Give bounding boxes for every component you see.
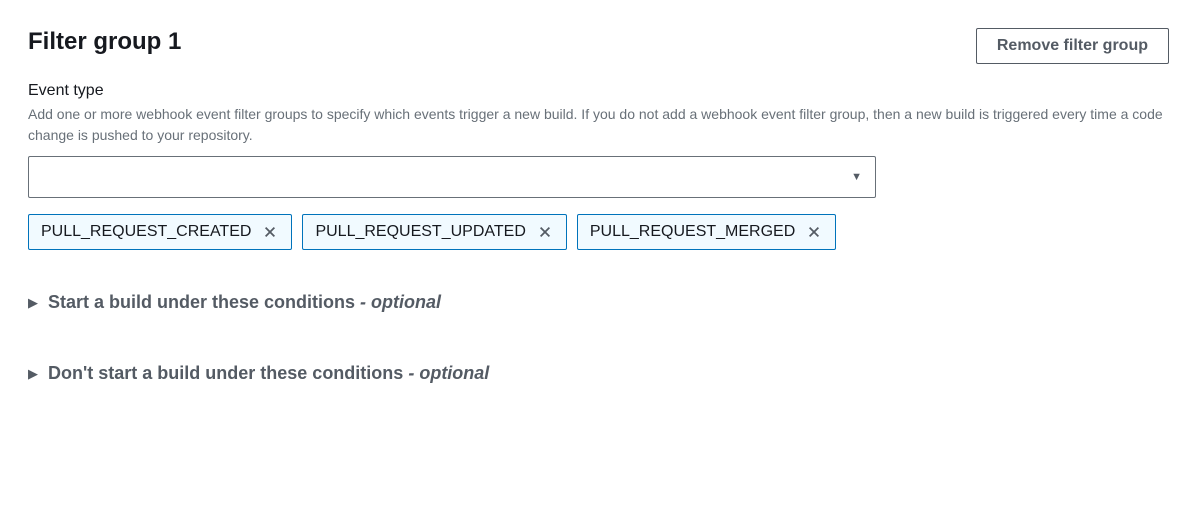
event-type-field: Event type Add one or more webhook event… bbox=[28, 82, 1169, 250]
close-icon[interactable] bbox=[805, 223, 823, 241]
section-optional-suffix: - optional bbox=[360, 292, 441, 312]
filter-group-title: Filter group 1 bbox=[28, 28, 181, 56]
tag-label: PULL_REQUEST_MERGED bbox=[590, 223, 795, 241]
event-type-description: Add one or more webhook event filter gro… bbox=[28, 104, 1168, 146]
caret-right-icon: ▶ bbox=[28, 367, 38, 380]
dont-start-conditions-section[interactable]: ▶ Don't start a build under these condit… bbox=[28, 353, 1169, 394]
close-icon[interactable] bbox=[536, 223, 554, 241]
event-type-select[interactable] bbox=[28, 156, 876, 198]
section-title-text: Start a build under these conditions bbox=[48, 292, 355, 312]
start-conditions-section[interactable]: ▶ Start a build under these conditions -… bbox=[28, 282, 1169, 323]
dont-start-conditions-title: Don't start a build under these conditio… bbox=[48, 363, 489, 384]
tag-label: PULL_REQUEST_CREATED bbox=[41, 223, 251, 241]
caret-right-icon: ▶ bbox=[28, 296, 38, 309]
filter-group-header: Filter group 1 Remove filter group bbox=[28, 28, 1169, 64]
tag-pull-request-updated: PULL_REQUEST_UPDATED bbox=[302, 214, 566, 250]
section-optional-suffix: - optional bbox=[408, 363, 489, 383]
event-type-select-wrapper: ▼ bbox=[28, 156, 876, 198]
event-type-tags: PULL_REQUEST_CREATED PULL_REQUEST_UPDATE… bbox=[28, 214, 1169, 250]
tag-pull-request-created: PULL_REQUEST_CREATED bbox=[28, 214, 292, 250]
section-title-text: Don't start a build under these conditio… bbox=[48, 363, 403, 383]
event-type-label: Event type bbox=[28, 82, 1169, 100]
remove-filter-group-button[interactable]: Remove filter group bbox=[976, 28, 1169, 64]
tag-pull-request-merged: PULL_REQUEST_MERGED bbox=[577, 214, 836, 250]
close-icon[interactable] bbox=[261, 223, 279, 241]
start-conditions-title: Start a build under these conditions - o… bbox=[48, 292, 441, 313]
tag-label: PULL_REQUEST_UPDATED bbox=[315, 223, 525, 241]
